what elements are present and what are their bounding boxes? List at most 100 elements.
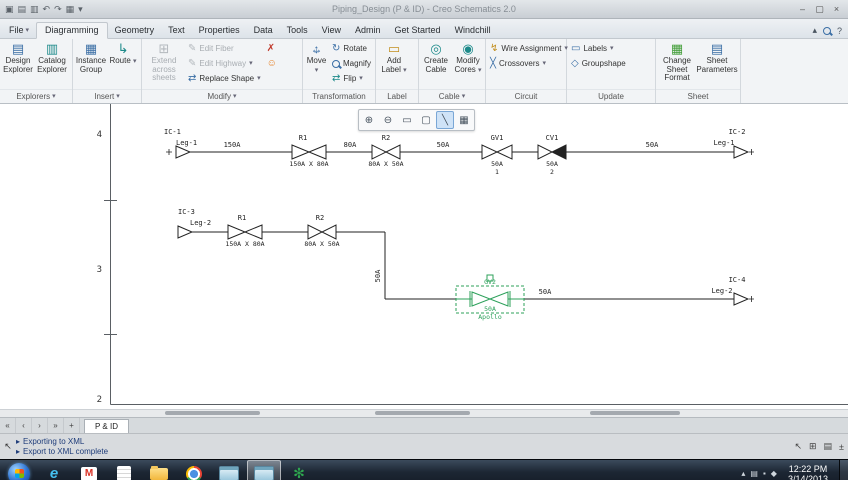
open-icon[interactable]: ▥ (30, 4, 39, 14)
tab-view[interactable]: View (315, 22, 348, 38)
route-label-text: Route (109, 56, 131, 65)
route-button[interactable]: ↳ Route ▾ (108, 41, 138, 67)
taskbar-notes-button[interactable] (107, 460, 141, 480)
pipe-line-3[interactable] (385, 292, 754, 306)
group-footer-update[interactable]: Update (567, 89, 655, 103)
wire-assignment-button[interactable]: ↯ Wire Assignment ▾ (487, 41, 571, 56)
previous-sheet-button[interactable]: ‹ (16, 418, 32, 433)
next-sheet-button[interactable]: › (32, 418, 48, 433)
group-footer-transformation[interactable]: Transformation (303, 89, 375, 103)
tab-geometry[interactable]: Geometry (108, 22, 162, 38)
crossovers-button[interactable]: ╳ Crossovers ▾ (487, 56, 571, 71)
tray-app-icon[interactable]: ▤ (750, 469, 758, 478)
maximize-button[interactable]: ▢ (811, 3, 828, 16)
save-icon[interactable]: ▤ (18, 4, 27, 14)
create-cable-button[interactable]: ◎ Create Cable (420, 41, 452, 75)
leg-label: Leg-2 (711, 287, 732, 295)
edit-highway-button[interactable]: ✎ Edit Highway ▾ (185, 56, 264, 71)
first-sheet-button[interactable]: « (0, 418, 16, 433)
taskbar-creo-button[interactable]: ✻ (282, 460, 316, 480)
drawing-canvas[interactable]: 4 3 2 IC-1 Leg-1 150A R1 150A X 80A 80A … (0, 104, 848, 417)
tab-properties[interactable]: Properties (192, 22, 247, 38)
start-button[interactable] (2, 460, 36, 480)
sheet-parameters-button[interactable]: ▤ Sheet Parameters (696, 41, 737, 75)
taskbar-folder-button[interactable] (142, 460, 176, 480)
snap-toggle-icon[interactable]: ⊞ (809, 441, 817, 452)
replace-shape-button[interactable]: ⇄ Replace Shape ▾ (185, 71, 264, 86)
zoom-in-icon[interactable]: ⊕ (360, 111, 378, 129)
qat-menu-caret-icon[interactable]: ▾ (78, 4, 83, 14)
modify-cores-button[interactable]: ◉ Modify Cores ▾ (452, 41, 484, 75)
group-footer-circuit[interactable]: Circuit (486, 89, 566, 103)
horizontal-scrollbar[interactable] (0, 409, 848, 417)
scrollbar-thumb[interactable] (165, 411, 260, 415)
move-button[interactable]: ↔ ↕ Move ▾ (304, 41, 329, 75)
last-sheet-button[interactable]: » (48, 418, 64, 433)
instance-group-button[interactable]: ▦ Instance Group (74, 41, 108, 75)
update-labels-button[interactable]: ▭ Labels ▾ (568, 41, 629, 56)
catalog-explorer-button[interactable]: ▥ Catalog Explorer (35, 41, 69, 75)
zoom-out-icon[interactable]: ⊖ (379, 111, 397, 129)
tab-admin[interactable]: Admin (348, 22, 388, 38)
minimize-button[interactable]: – (794, 3, 811, 16)
valve-size: 50A (484, 305, 496, 313)
tray-network-icon[interactable]: ▪ (763, 469, 766, 478)
tab-tools[interactable]: Tools (280, 22, 315, 38)
design-explorer-button[interactable]: ▤ Design Explorer (1, 41, 35, 75)
select-pointer-icon[interactable]: ↖ (794, 441, 802, 452)
prompt-pointer-icon: ↖ (4, 441, 12, 451)
flip-button[interactable]: ⇄ Flip ▾ (329, 71, 374, 86)
rotate-button[interactable]: ↻ Rotate (329, 41, 374, 56)
extend-across-sheets-button[interactable]: ⊞ Extend across sheets (143, 41, 185, 84)
undo-icon[interactable]: ↶ (43, 4, 51, 14)
taskbar-mail-button[interactable]: M (72, 460, 106, 480)
search-icon[interactable] (822, 26, 831, 35)
tray-volume-icon[interactable]: ◆ (771, 469, 777, 478)
tab-diagramming[interactable]: Diagramming (36, 22, 108, 39)
valve-tag: CV1 (546, 134, 559, 142)
group-footer-label[interactable]: Label (376, 89, 418, 103)
tab-data[interactable]: Data (247, 22, 280, 38)
group-footer-modify[interactable]: Modify ▾ (142, 89, 302, 103)
view-toolbar: ⊕ ⊖ ▭ ▢ ╲ ▦ (358, 109, 475, 131)
add-sheet-button[interactable]: + (64, 418, 80, 433)
regenerate-icon[interactable]: ▦ (66, 4, 75, 14)
smiley-shape-button[interactable]: ☺ (264, 56, 280, 71)
help-icon[interactable]: ? (837, 26, 842, 36)
zoom-window-icon[interactable]: ▭ (398, 111, 416, 129)
pipe-line-2[interactable] (177, 224, 386, 299)
taskbar-creo-schematics-button[interactable] (247, 460, 281, 480)
redo-icon[interactable]: ↷ (54, 4, 62, 14)
scrollbar-thumb[interactable] (590, 411, 680, 415)
taskbar-clock[interactable]: 12:22 PM 3/14/2013 (788, 464, 828, 480)
groupshape-button[interactable]: ◇ Groupshape (568, 56, 629, 71)
pipe-line-1[interactable] (166, 144, 754, 160)
taskbar-chrome-button[interactable] (177, 460, 211, 480)
tab-get-started[interactable]: Get Started (388, 22, 448, 38)
tray-expand-icon[interactable]: ▴ (741, 469, 745, 478)
zoom-spinner-icon[interactable]: ± (839, 442, 844, 452)
zoom-sheet-icon[interactable]: ▢ (417, 111, 435, 129)
taskbar-ie-button[interactable]: e (37, 460, 71, 480)
close-button[interactable]: × (828, 3, 845, 16)
show-desktop-button[interactable] (839, 460, 848, 480)
magnify-button[interactable]: Magnify (329, 56, 374, 71)
tab-windchill[interactable]: Windchill (448, 22, 498, 38)
collapse-ribbon-icon[interactable]: ▴ (812, 25, 817, 36)
layers-icon[interactable]: ▤ (824, 441, 833, 452)
delete-button[interactable]: ✗ (264, 41, 280, 56)
tab-file[interactable]: File ▾ (2, 22, 36, 38)
scrollbar-thumb[interactable] (375, 411, 470, 415)
change-sheet-format-button[interactable]: ▦ Change Sheet Format (657, 41, 697, 84)
group-footer-cable[interactable]: Cable ▾ (419, 89, 485, 103)
add-label-button[interactable]: ▭ Add Label ▾ (377, 41, 411, 75)
line-tool-icon[interactable]: ╲ (436, 111, 454, 129)
group-footer-explorers[interactable]: Explorers ▾ (0, 89, 72, 103)
grid-toggle-icon[interactable]: ▦ (455, 111, 473, 129)
edit-fiber-button[interactable]: ✎ Edit Fiber (185, 41, 264, 56)
tab-text[interactable]: Text (161, 22, 192, 38)
group-footer-sheet[interactable]: Sheet (656, 89, 740, 103)
sheet-tab-pid[interactable]: P & ID (84, 419, 129, 433)
taskbar-app-window-button[interactable] (212, 460, 246, 480)
group-footer-insert[interactable]: Insert ▾ (73, 89, 141, 103)
